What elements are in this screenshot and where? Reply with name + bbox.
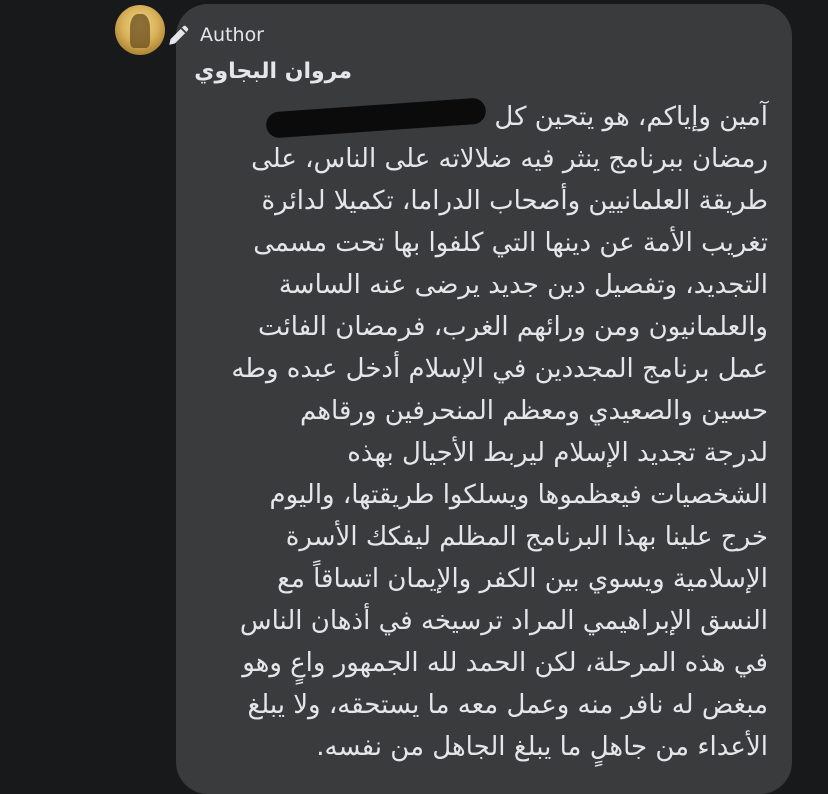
comment-line: النسق الإبراهيمي المراد ترسيخه في أذهان … — [239, 606, 768, 636]
author-badge: Author — [166, 22, 264, 48]
comment-line: لدرجة تجديد الإسلام ليربط الأجيال بهذه — [347, 438, 768, 468]
comment-line: الأعداء من جاهلٍ ما يبلغ الجاهل من نفسه. — [316, 732, 768, 762]
comment-line: في هذه المرحلة، لكن الحمد لله الجمهور وا… — [242, 648, 768, 678]
comment-line: طريقة العلمانيين وأصحاب الدراما، تكميلا … — [261, 186, 769, 216]
comment-line: حسين والصعيدي ومعظم المنحرفين ورقاهم — [300, 396, 768, 426]
avatar-figure — [130, 14, 150, 48]
redaction-scribble — [265, 96, 487, 139]
pencil-icon — [169, 25, 189, 45]
comment-line: عمل برنامج المجددين في الإسلام أدخل عبده… — [231, 354, 768, 384]
comment-line: آمين وإياكم، هو يتحين كل — [208, 96, 768, 139]
comment-line: التجديد، وتفصيل دين جديد يرضى عنه الساسة — [278, 270, 768, 300]
comment-line: خرج علينا بهذا البرنامج المظلم ليفكك الأ… — [285, 522, 768, 552]
author-badge-label: Author — [200, 24, 264, 46]
comment-text: آمين وإياكم، هو يتحين كل رمضان ببرنامج ي… — [208, 96, 768, 768]
comment-line: مبغض له نافر منه وعمل معه ما يستحقه، ولا… — [247, 690, 768, 720]
comment-line: تغريب الأمة عن دينها التي كلفوا بها تحت … — [253, 228, 768, 258]
comment-line: الإسلامية ويسوي بين الكفر والإيمان اتساق… — [277, 564, 768, 594]
comment-line: الشخصيات فيعظموها ويسلكوا طريقتها، واليو… — [269, 480, 768, 510]
comment-line: والعلمانيون ومن ورائهم الغرب، فرمضان الف… — [257, 312, 768, 342]
comment-line: رمضان ببرنامج ينثر فيه ضلالاته على الناس… — [251, 144, 768, 174]
commenter-avatar[interactable] — [115, 5, 165, 55]
author-name[interactable]: مروان البجاوي — [194, 59, 352, 84]
